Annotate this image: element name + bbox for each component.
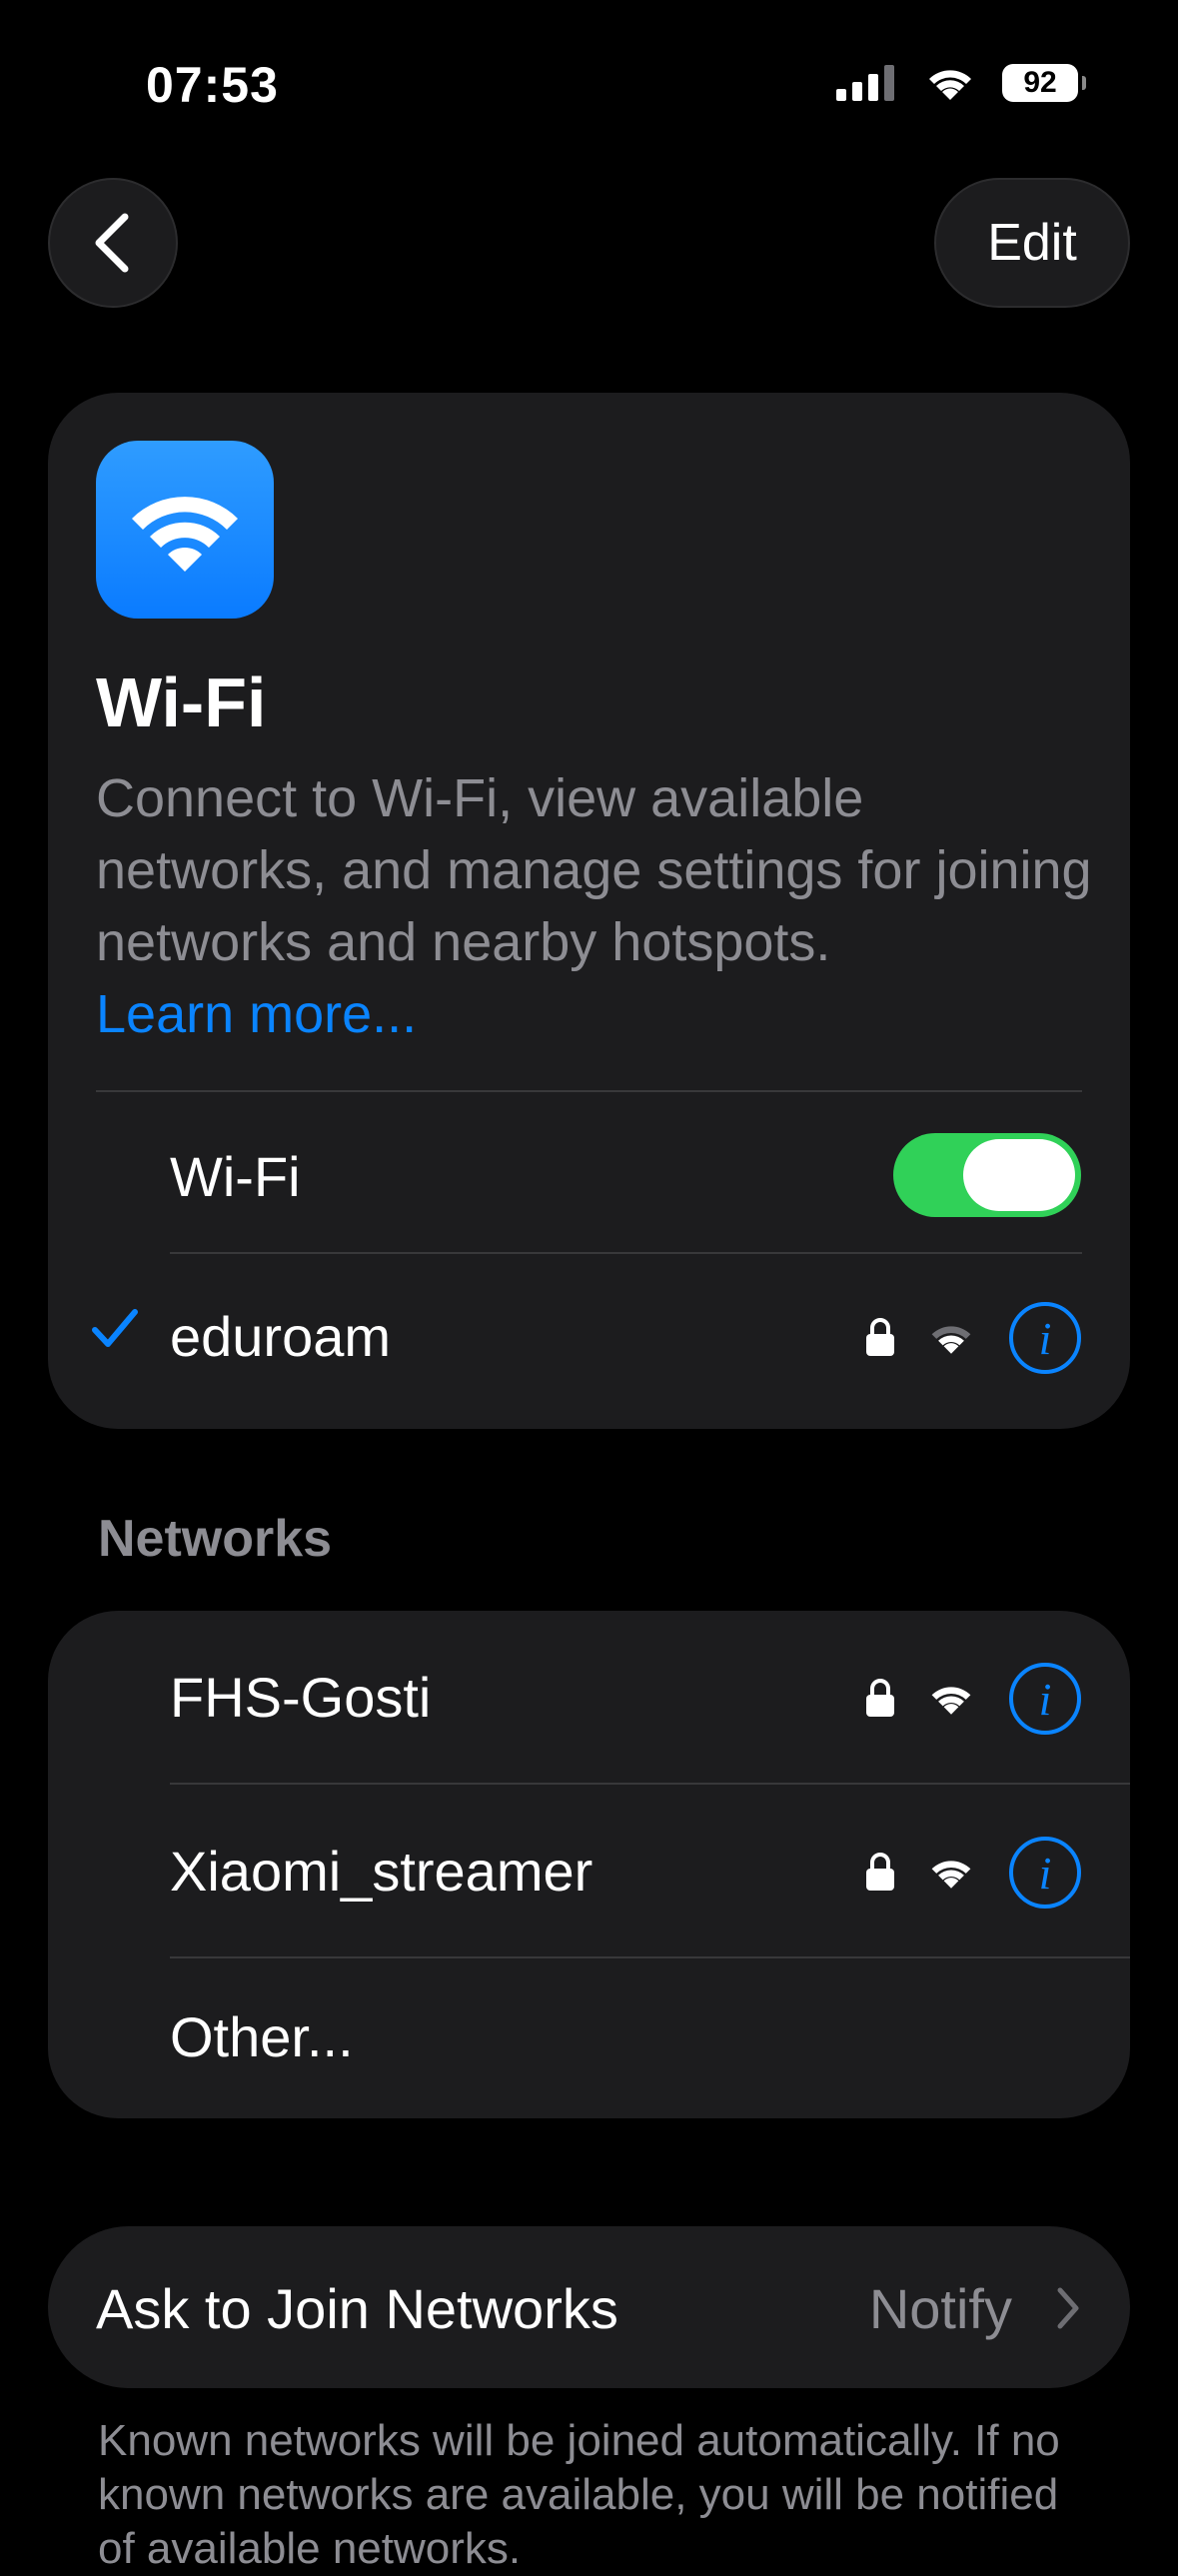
other-network-label: Other...: [170, 2005, 354, 2068]
chevron-right-icon: [1057, 2287, 1079, 2329]
network-row-other[interactable]: Other...: [48, 1958, 1130, 2118]
network-row[interactable]: FHS-Gosti i: [48, 1611, 1130, 1783]
wifi-toggle[interactable]: [893, 1133, 1081, 1217]
network-name: Xiaomi_streamer: [170, 1840, 593, 1903]
ask-to-join-row[interactable]: Ask to Join Networks Notify: [48, 2226, 1130, 2388]
info-icon[interactable]: i: [1009, 1837, 1081, 1909]
divider: [96, 1090, 1082, 1092]
battery-level: 92: [1023, 66, 1057, 99]
wifi-app-icon: [96, 441, 274, 619]
lock-icon: [866, 1318, 894, 1356]
wifi-signal-icon: [931, 1861, 971, 1889]
chevron-left-icon: [95, 213, 129, 273]
learn-more-link[interactable]: Learn more...: [96, 978, 1095, 1050]
description-text: Connect to Wi-Fi, view available network…: [96, 768, 1092, 972]
ask-to-join-footer: Known networks will be joined automatica…: [98, 2416, 1060, 2573]
info-icon[interactable]: i: [1009, 1302, 1081, 1374]
toggle-knob: [963, 1139, 1075, 1211]
edit-button[interactable]: Edit: [934, 178, 1130, 308]
status-time: 07:53: [146, 57, 279, 113]
lock-icon: [866, 1679, 894, 1717]
network-row[interactable]: Xiaomi_streamer i: [48, 1785, 1130, 1956]
wifi-card: Wi-Fi Connect to Wi-Fi, view available n…: [48, 393, 1130, 1429]
info-icon[interactable]: i: [1009, 1663, 1081, 1735]
ask-to-join-value: Notify: [868, 2277, 1012, 2340]
cellular-signal-icon: [836, 65, 894, 101]
wifi-toggle-label: Wi-Fi: [170, 1145, 301, 1208]
wifi-signal-icon: [931, 1326, 971, 1354]
battery-icon: 92: [1002, 64, 1086, 102]
connected-network-name: eduroam: [170, 1305, 392, 1368]
networks-card: FHS-Gosti i Xiaomi_streamer i Other...: [48, 1611, 1130, 2118]
wifi-icon: [132, 497, 238, 572]
status-icons: 92: [836, 64, 1086, 102]
lock-icon: [866, 1853, 894, 1891]
back-button[interactable]: [48, 178, 178, 308]
ask-to-join-label: Ask to Join Networks: [96, 2277, 618, 2340]
wifi-signal-icon: [931, 1687, 971, 1715]
networks-header: Networks: [98, 1510, 333, 1568]
card-title: Wi-Fi: [96, 663, 267, 741]
checkmark-icon: [92, 1309, 138, 1347]
card-description: Connect to Wi-Fi, view available network…: [96, 762, 1095, 1050]
network-name: FHS-Gosti: [170, 1666, 432, 1729]
connected-network-row[interactable]: eduroam i: [48, 1254, 1130, 1429]
wifi-status-icon: [929, 70, 971, 100]
